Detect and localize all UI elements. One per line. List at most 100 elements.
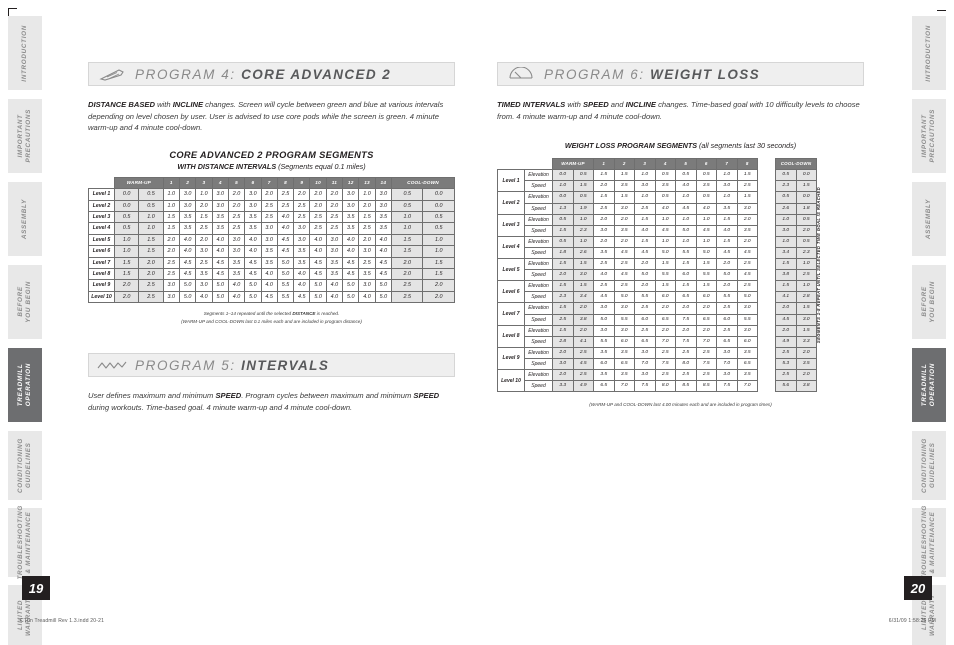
sidebar-item-important-precautions[interactable]: IMPORTANT PRECAUTIONS [8, 99, 42, 173]
table-cell: 1.0 [422, 233, 455, 247]
table-cell: 2.0 [227, 199, 246, 213]
table-cell: 3.0 [613, 324, 635, 337]
segment-header-10: 10 [309, 176, 327, 190]
table-cell: 2.5 [634, 324, 656, 337]
core-table-title: CORE ADVANCED 2 PROGRAM SEGMENTS [169, 149, 374, 160]
table-row: Speed 2.0 3.0 4.0 4.5 5.0 5.5 6.0 5.5 5.0 4.5 3.8 2.… [498, 269, 817, 282]
table-cell: 5.0 [736, 291, 758, 304]
table-cell: 1.0 [162, 199, 180, 213]
table-cell: 7.0 [716, 357, 738, 370]
table-cell: 2.0 [422, 279, 455, 292]
sidebar-item-before-you-begin[interactable]: BEFORE YOU BEGIN [912, 265, 946, 339]
table-gap-cell [757, 214, 776, 226]
table-cell: 1.0 [195, 188, 213, 201]
table-cell: 2.0 [113, 290, 140, 304]
table-cell: 3.5 [736, 346, 758, 359]
table-cell: 2.0 [162, 233, 180, 247]
table-cell: 3.5 [342, 210, 360, 224]
table-cell: 1.0 [113, 245, 140, 258]
sidebar-item-introduction[interactable]: INTRODUCTION [912, 16, 946, 90]
metric-label: Elevation [524, 302, 553, 315]
table-cell: 5.3 [775, 357, 797, 370]
table-cell: 1.5 [736, 169, 758, 182]
table-cell: 2.0 [695, 324, 717, 337]
table-cell: 5.0 [276, 256, 295, 270]
table-cell: 2.5 [654, 346, 676, 359]
level-label: Level 8 [88, 268, 115, 281]
sidebar-item-conditioning-guidelines[interactable]: CONDITIONING GUIDELINES [8, 431, 42, 500]
table-row: Speed 2.5 3.8 5.0 5.5 6.0 6.5 7.5 6.5 6.0 5.5 4.5 3.… [498, 313, 817, 326]
table-cell: 1.5 [552, 258, 574, 271]
table-cell: 2.5 [736, 280, 758, 293]
table-header-row: WARM-UP 1 2 3 4 5 6 7 8 9 10 11 12 13 14 COOL-DOWN [88, 176, 455, 190]
table-cell: 3.5 [178, 222, 197, 235]
table-cell: 0.5 [572, 191, 594, 204]
table-cell: 1.5 [572, 180, 594, 193]
sidebar-item-troubleshooting-maintenance[interactable]: TROUBLESHOOTING & MAINTENANCE [912, 505, 946, 580]
table-cell: 2.5 [227, 210, 246, 224]
table-cell: 2.0 [309, 199, 327, 213]
sidebar-item-assembly[interactable]: ASSEMBLY [8, 182, 42, 256]
table-cell: 3.0 [178, 188, 197, 201]
sidebar-item-conditioning-guidelines[interactable]: CONDITIONING GUIDELINES [912, 431, 946, 500]
sidebar-item-label: ASSEMBLY [925, 198, 932, 240]
sidebar-item-assembly[interactable]: ASSEMBLY [912, 182, 946, 256]
table-cell: 1.5 [695, 280, 717, 293]
table-cell: 2.5 [613, 280, 635, 293]
table-cell: 1.0 [634, 191, 656, 204]
table-gap-cell [757, 269, 776, 281]
table-cell: 8.5 [675, 380, 697, 393]
sidebar-item-introduction[interactable]: INTRODUCTION [8, 16, 42, 90]
table-cell: 0.0 [552, 169, 574, 182]
table-cell: 1.5 [775, 258, 797, 271]
table-cell: 2.5 [716, 302, 738, 315]
sidebar-item-treadmill-operation[interactable]: TREADMILL OPERATION [8, 348, 42, 422]
sidebar-item-treadmill-operation[interactable]: TREADMILL OPERATION [912, 348, 946, 422]
level-label: Level 5 [88, 233, 115, 247]
sidebar-item-label: CONDITIONING GUIDELINES [17, 438, 32, 493]
segment-header-2: 2 [613, 158, 635, 171]
table-cell: 6.0 [613, 335, 635, 348]
metric-label: Elevation [524, 258, 553, 271]
sidebar-item-troubleshooting-maintenance[interactable]: TROUBLESHOOTING & MAINTENANCE [8, 505, 42, 580]
level-label: Level 2 [88, 199, 115, 213]
table-cell: 3.0 [775, 224, 797, 237]
table-cell: 4.5 [716, 246, 738, 260]
table-cell: 6.5 [613, 357, 635, 370]
sidebar-item-label: IMPORTANT PRECAUTIONS [921, 109, 936, 163]
table-cell: 3.5 [613, 180, 635, 193]
segment-header-1: 1 [162, 176, 180, 190]
table-cell: 2.5 [227, 222, 246, 235]
segment-header-2: 2 [178, 176, 197, 190]
table-cell: 4.0 [227, 290, 246, 304]
table-cell: 2.5 [260, 210, 278, 224]
table-cell: 4.0 [276, 210, 295, 224]
level-label: Level 7 [497, 302, 525, 326]
table-cell: 2.0 [552, 346, 574, 359]
program-5-header: PROGRAM 5: INTERVALS [88, 353, 455, 378]
table-cell: 4.0 [178, 245, 197, 258]
table-cell: 7.5 [675, 335, 697, 348]
sidebar-item-important-precautions[interactable]: IMPORTANT PRECAUTIONS [912, 99, 946, 173]
table-cell: 6.5 [593, 380, 615, 393]
table-gap-cell [757, 347, 776, 359]
table-cell: 2.0 [675, 324, 697, 337]
table-cell: 1.0 [634, 169, 656, 182]
table-cell: 3.0 [342, 199, 360, 213]
table-cell: 6.0 [593, 357, 615, 370]
table-cell: 3.0 [325, 233, 344, 247]
table-cell: 1.0 [775, 235, 797, 248]
table-cell: 2.5 [162, 256, 180, 270]
table-cell: 5.0 [675, 224, 697, 237]
table-cell: 2.5 [775, 346, 797, 359]
table-cell: 3.5 [593, 246, 615, 260]
sidebar-item-before-you-begin[interactable]: BEFORE YOU BEGIN [8, 265, 42, 339]
table-row: Speed 2.8 4.1 5.5 6.0 6.5 7.0 7.5 7.0 6.5 6.0 4.9 3.… [498, 335, 817, 348]
sidebar-item-label: TROUBLESHOOTING & MAINTENANCE [921, 505, 936, 580]
table-gap-cell [757, 302, 776, 314]
table-cell: 2.0 [390, 256, 424, 270]
table-cell: 7.5 [695, 357, 717, 370]
table-cell: 2.0 [309, 188, 327, 201]
table-cell: 3.5 [227, 256, 246, 270]
table-cell: 2.5 [195, 222, 213, 235]
